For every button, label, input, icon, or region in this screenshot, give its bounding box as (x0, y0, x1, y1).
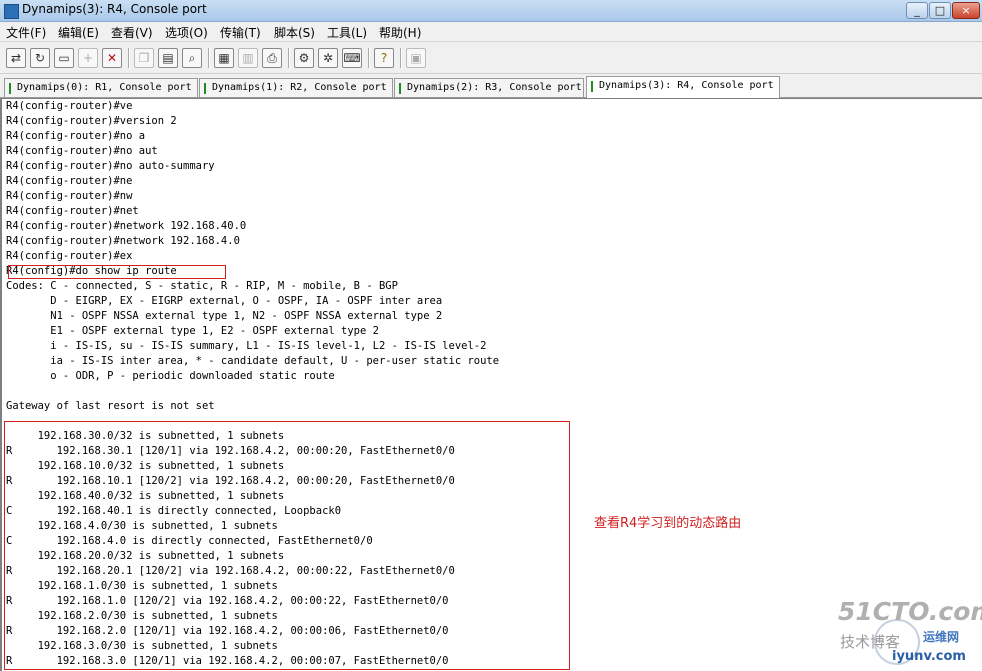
tab-label: Dynamips(0): R1, Console port (17, 82, 192, 93)
highlight-routes-box (4, 421, 570, 670)
console-line: R4(config-router)#no auto-summary (6, 160, 215, 172)
tab-status-icon (399, 83, 401, 94)
console-line: Gateway of last resort is not set (6, 400, 215, 412)
console-line: R4(config-router)#network 192.168.4.0 (6, 235, 240, 247)
session-tabs: Dynamips(0): R1, Console port Dynamips(1… (0, 74, 982, 98)
console-line: R4(config-router)#ve (6, 100, 133, 112)
console-line: o - ODR, P - periodic downloaded static … (6, 370, 335, 382)
tab-status-icon (9, 83, 11, 94)
console-output[interactable]: R4(config-router)#ve R4(config-router)#ve… (0, 98, 982, 671)
close-window-button[interactable]: × (952, 2, 980, 19)
console-line: R4(config-router)#no a (6, 130, 146, 142)
tab-r4-console[interactable]: Dynamips(3): R4, Console port (586, 76, 780, 98)
print-setup-icon[interactable]: ▦ (214, 48, 234, 68)
print-icon[interactable]: ▥ (238, 48, 258, 68)
copy-icon[interactable]: ❐ (134, 48, 154, 68)
watermark-brand: 运维网 (923, 630, 960, 644)
console-line: R4(config-router)#ne (6, 175, 133, 187)
menu-bar: 文件(F) 编辑(E) 查看(V) 选项(O) 传输(T) 脚本(S) 工具(L… (0, 22, 982, 42)
console-line: ia - IS-IS inter area, * - candidate def… (6, 355, 500, 367)
global-options-icon[interactable]: ✲ (318, 48, 338, 68)
printer-icon[interactable]: ⎙ (262, 48, 282, 68)
tab-label: Dynamips(1): R2, Console port (212, 82, 387, 93)
tab-r1-console[interactable]: Dynamips(0): R1, Console port (4, 78, 198, 97)
console-line: R4(config-router)#version 2 (6, 115, 177, 127)
menu-file[interactable]: 文件(F) (6, 24, 46, 41)
toolbar-separator (128, 48, 130, 68)
toolbar: ⇄ ↻ ▭ + ✕ ❐ ▤ ⌕ ▦ ▥ ⎙ ⚙ ✲ ⌨ ? ▣ (0, 42, 982, 74)
help-icon[interactable]: ? (374, 48, 394, 68)
console-line: Codes: C - connected, S - static, R - RI… (6, 280, 398, 292)
maximize-button[interactable]: □ (929, 2, 951, 19)
console-line: R4(config-router)#net (6, 205, 139, 217)
paste-icon[interactable]: ▤ (158, 48, 178, 68)
menu-transfer[interactable]: 传输(T) (220, 24, 261, 41)
console-line: D - EIGRP, EX - EIGRP external, O - OSPF… (6, 295, 443, 307)
toolbar-separator (400, 48, 402, 68)
console-line: R4(config-router)#ex (6, 250, 133, 262)
toolbar-separator (288, 48, 290, 68)
toolbar-separator (208, 48, 210, 68)
console-line: N1 - OSPF NSSA external type 1, N2 - OSP… (6, 310, 443, 322)
watermark-url: iyunv.com (892, 649, 966, 664)
menu-script[interactable]: 脚本(S) (274, 24, 315, 41)
disconnect-icon[interactable]: ▭ (54, 48, 74, 68)
menu-options[interactable]: 选项(O) (165, 24, 208, 41)
sftp-icon[interactable]: ▣ (406, 48, 426, 68)
title-bar: Dynamips(3): R4, Console port _ □ × (0, 0, 982, 22)
new-session-icon[interactable]: + (78, 48, 98, 68)
tab-label: Dynamips(2): R3, Console port (407, 82, 582, 93)
window-title: Dynamips(3): R4, Console port (22, 2, 207, 16)
watermark-blog: 技术博客 (840, 633, 901, 651)
console-line: i - IS-IS, su - IS-IS summary, L1 - IS-I… (6, 340, 487, 352)
highlight-command-box (8, 265, 226, 279)
console-line: R4(config-router)#network 192.168.40.0 (6, 220, 247, 232)
app-icon (4, 4, 19, 19)
console-line: R4(config-router)#no aut (6, 145, 158, 157)
tab-label: Dynamips(3): R4, Console port (599, 80, 774, 91)
tab-r2-console[interactable]: Dynamips(1): R2, Console port (199, 78, 393, 97)
find-icon[interactable]: ⌕ (182, 48, 202, 68)
menu-help[interactable]: 帮助(H) (379, 24, 421, 41)
minimize-button[interactable]: _ (906, 2, 928, 19)
menu-tools[interactable]: 工具(L) (327, 24, 367, 41)
console-line: R4(config-router)#nw (6, 190, 133, 202)
close-session-icon[interactable]: ✕ (102, 48, 122, 68)
keymap-icon[interactable]: ⌨ (342, 48, 362, 68)
annotation-note: 查看R4学习到的动态路由 (594, 516, 742, 531)
session-options-icon[interactable]: ⚙ (294, 48, 314, 68)
reconnect-icon[interactable]: ↻ (30, 48, 50, 68)
watermark-site: 51CTO.com (838, 597, 982, 626)
tab-status-icon (591, 81, 593, 92)
console-line: E1 - OSPF external type 1, E2 - OSPF ext… (6, 325, 379, 337)
tab-r3-console[interactable]: Dynamips(2): R3, Console port (394, 78, 584, 97)
menu-edit[interactable]: 编辑(E) (58, 24, 99, 41)
menu-view[interactable]: 查看(V) (111, 24, 153, 41)
tab-status-icon (204, 83, 206, 94)
connect-icon[interactable]: ⇄ (6, 48, 26, 68)
toolbar-separator (368, 48, 370, 68)
